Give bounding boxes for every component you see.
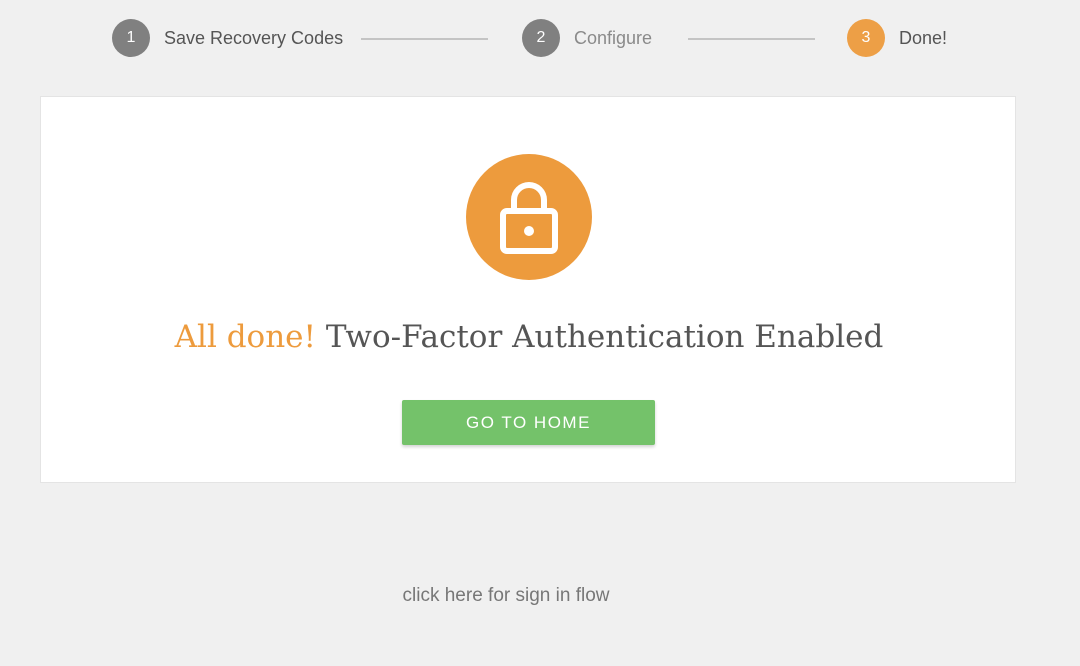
headline-accent: All done! — [174, 319, 316, 355]
success-headline: All done! Two-Factor Authentication Enab… — [41, 319, 1017, 355]
step-label-3: Done! — [899, 27, 948, 48]
step-save-recovery-codes: 1 Save Recovery Codes — [112, 19, 343, 57]
step-label-2: Configure — [574, 27, 653, 48]
step-connector-2 — [688, 38, 815, 40]
step-done: 3 Done! — [847, 19, 947, 57]
progress-stepper: 1 Save Recovery Codes 2 Configure 3 Done… — [0, 19, 1080, 57]
step-connector-1 — [361, 38, 488, 40]
lock-badge — [466, 154, 592, 280]
step-number-2: 2 — [522, 19, 560, 57]
step-configure: 2 Configure — [522, 19, 652, 57]
sign-in-flow-link[interactable]: click here for sign in flow — [0, 585, 1012, 607]
confirmation-card: All done! Two-Factor Authentication Enab… — [40, 96, 1016, 483]
go-to-home-button[interactable]: GO TO HOME — [402, 400, 655, 445]
headline-text: Two-Factor Authentication Enabled — [325, 319, 884, 355]
step-number-3: 3 — [847, 19, 885, 57]
step-number-1: 1 — [112, 19, 150, 57]
lock-icon — [500, 182, 558, 254]
step-label-1: Save Recovery Codes — [164, 27, 344, 48]
